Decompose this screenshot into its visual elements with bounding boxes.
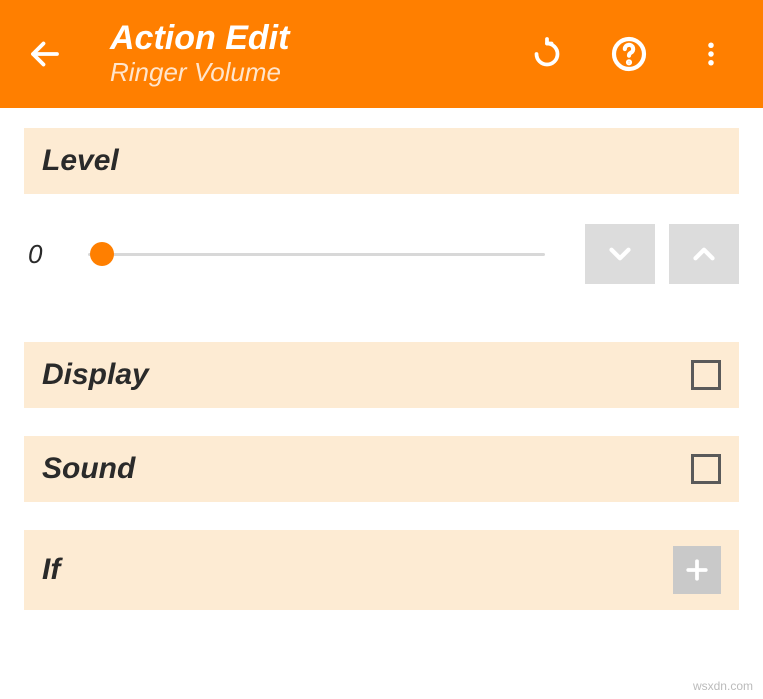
chevron-down-icon [603,237,637,271]
increment-button[interactable] [669,224,739,284]
if-label: If [42,553,60,587]
display-row[interactable]: Display [24,342,739,408]
page-subtitle: Ringer Volume [110,57,525,88]
content-area: Level 0 Display Sound [0,108,763,630]
slider-track [88,253,545,256]
chevron-up-icon [687,237,721,271]
overflow-menu-button[interactable] [689,32,733,76]
level-value: 0 [28,239,68,270]
level-stepper [585,224,739,284]
slider-thumb[interactable] [90,242,114,266]
display-label: Display [42,358,149,392]
toolbar: Action Edit Ringer Volume [0,0,763,108]
plus-icon [682,555,712,585]
undo-icon [529,36,565,72]
level-slider-row: 0 [24,194,739,314]
sound-row[interactable]: Sound [24,436,739,502]
level-slider[interactable] [88,234,545,274]
display-checkbox[interactable] [691,360,721,390]
title-block: Action Edit Ringer Volume [110,21,525,88]
help-button[interactable] [607,32,651,76]
undo-button[interactable] [525,32,569,76]
watermark: wsxdn.com [693,679,753,693]
toolbar-actions [525,32,733,76]
page-title: Action Edit [110,21,525,55]
back-arrow-icon [27,36,63,72]
help-icon [609,34,649,74]
back-button[interactable] [20,29,70,79]
sound-label: Sound [42,452,135,486]
level-label: Level [42,144,119,178]
more-vertical-icon [696,39,726,69]
level-header: Level [24,128,739,194]
decrement-button[interactable] [585,224,655,284]
if-add-button[interactable] [673,546,721,594]
if-row: If [24,530,739,610]
sound-checkbox[interactable] [691,454,721,484]
